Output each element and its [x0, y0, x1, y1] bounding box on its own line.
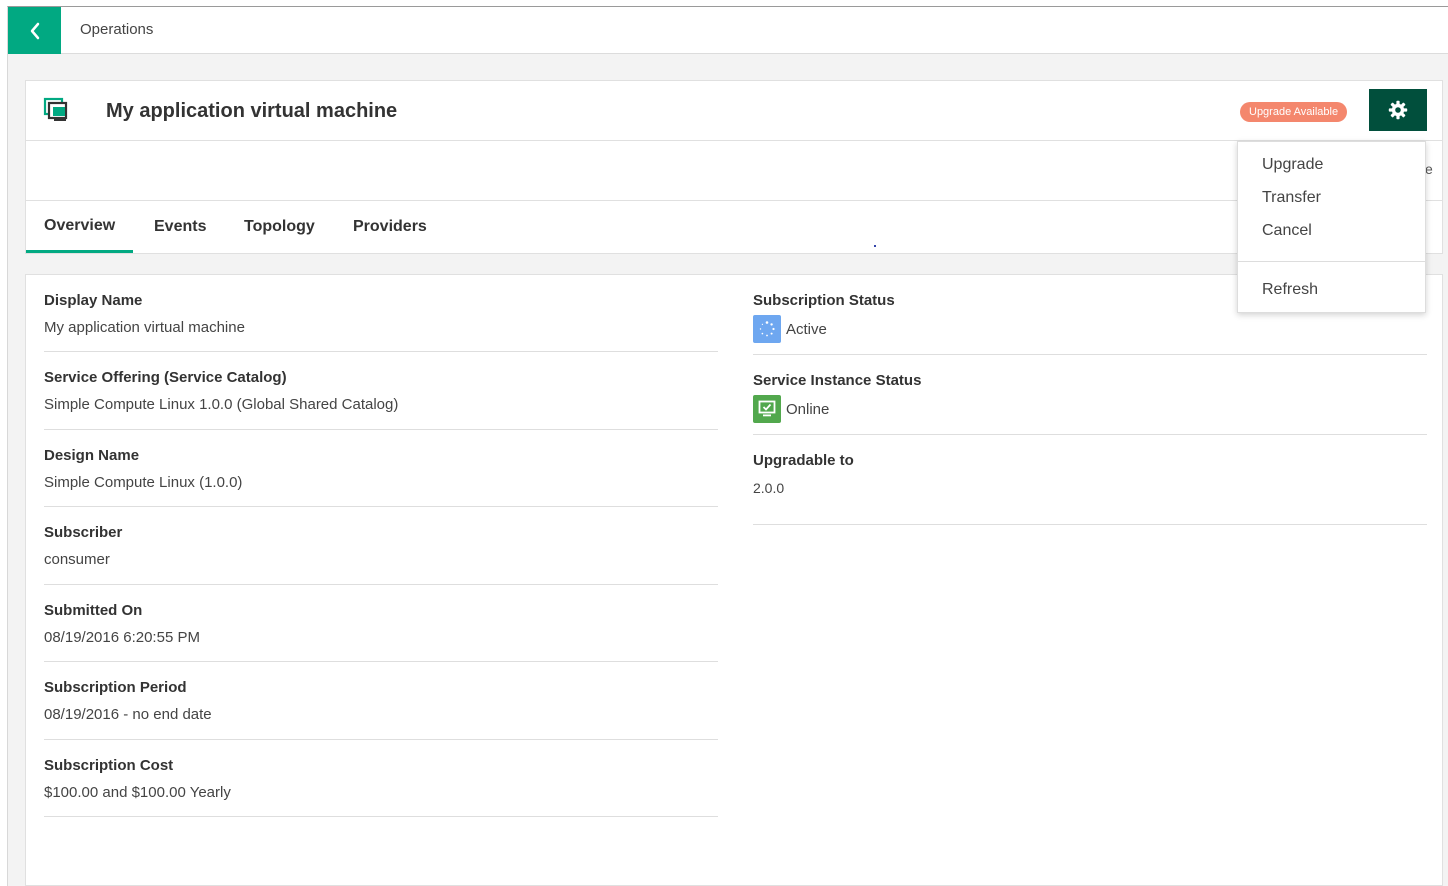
active-status-icon — [753, 315, 781, 343]
field-value: Simple Compute Linux (1.0.0) — [44, 474, 243, 491]
loading-dot — [874, 245, 876, 247]
tab-bar: Overview Events Topology Providers — [25, 201, 1443, 254]
field-subscription-cost: Subscription Cost $100.00 and $100.00 Ye… — [44, 740, 718, 817]
gear-icon — [1388, 100, 1408, 120]
tab-topology[interactable]: Topology — [244, 201, 315, 253]
menu-item-refresh[interactable]: Refresh — [1262, 281, 1318, 299]
field-value: $100.00 and $100.00 Yearly — [44, 784, 231, 801]
header-subsection — [25, 141, 1443, 201]
field-subscriber: Subscriber consumer — [44, 507, 718, 585]
actions-dropdown-menu: Upgrade Transfer Cancel Refresh — [1237, 141, 1426, 313]
menu-item-cancel[interactable]: Cancel — [1262, 222, 1312, 240]
page-title: My application virtual machine — [106, 100, 398, 122]
field-value: 08/19/2016 6:20:55 PM — [44, 629, 200, 646]
field-label: Service Offering (Service Catalog) — [44, 369, 287, 386]
settings-button[interactable] — [1369, 89, 1427, 131]
virtual-machine-icon — [43, 97, 68, 121]
field-value: consumer — [44, 551, 110, 568]
field-label: Subscription Status — [753, 292, 895, 309]
upgrade-available-badge[interactable]: Upgrade Available — [1240, 102, 1348, 122]
clipped-text: e — [1425, 161, 1433, 177]
menu-item-upgrade[interactable]: Upgrade — [1262, 156, 1323, 174]
field-label: Display Name — [44, 292, 143, 309]
subscription-status-value: Active — [786, 320, 827, 338]
field-label: Subscription Cost — [44, 757, 174, 774]
tab-providers[interactable]: Providers — [353, 201, 427, 253]
tab-overview[interactable]: Overview — [26, 201, 134, 253]
field-label: Upgradable to — [753, 452, 854, 469]
back-button[interactable] — [8, 7, 61, 54]
status-row: Active — [753, 315, 827, 343]
field-value: Simple Compute Linux 1.0.0 (Global Share… — [44, 396, 399, 413]
field-service-offering: Service Offering (Service Catalog) Simpl… — [44, 352, 718, 430]
online-status-icon — [753, 395, 781, 423]
field-submitted-on: Submitted On 08/19/2016 6:20:55 PM — [44, 585, 718, 662]
field-value: 08/19/2016 - no end date — [44, 706, 212, 723]
top-bar: Operations — [8, 7, 1448, 54]
field-label: Subscription Period — [44, 679, 187, 696]
chevron-left-icon — [30, 22, 39, 39]
field-design-name: Design Name Simple Compute Linux (1.0.0) — [44, 430, 718, 507]
field-label: Submitted On — [44, 602, 143, 619]
field-subscription-period: Subscription Period 08/19/2016 - no end … — [44, 662, 718, 740]
field-label: Service Instance Status — [753, 372, 922, 389]
menu-divider — [1238, 261, 1425, 262]
field-service-instance-status: Service Instance Status Online — [753, 355, 1427, 435]
field-label: Subscriber — [44, 524, 123, 541]
field-label: Design Name — [44, 447, 140, 464]
field-upgradable-to: Upgradable to 2.0.0 — [753, 435, 1427, 525]
header-card: My application virtual machine Upgrade A… — [25, 80, 1443, 141]
field-value: 2.0.0 — [753, 480, 785, 496]
breadcrumb[interactable]: Operations — [80, 21, 153, 38]
status-row: Online — [753, 395, 829, 423]
field-display-name: Display Name My application virtual mach… — [44, 275, 718, 352]
tab-events[interactable]: Events — [154, 201, 206, 253]
service-instance-status-value: Online — [786, 400, 830, 418]
details-panel: Display Name My application virtual mach… — [25, 274, 1443, 886]
menu-item-transfer[interactable]: Transfer — [1262, 189, 1321, 207]
field-value: My application virtual machine — [44, 319, 245, 336]
